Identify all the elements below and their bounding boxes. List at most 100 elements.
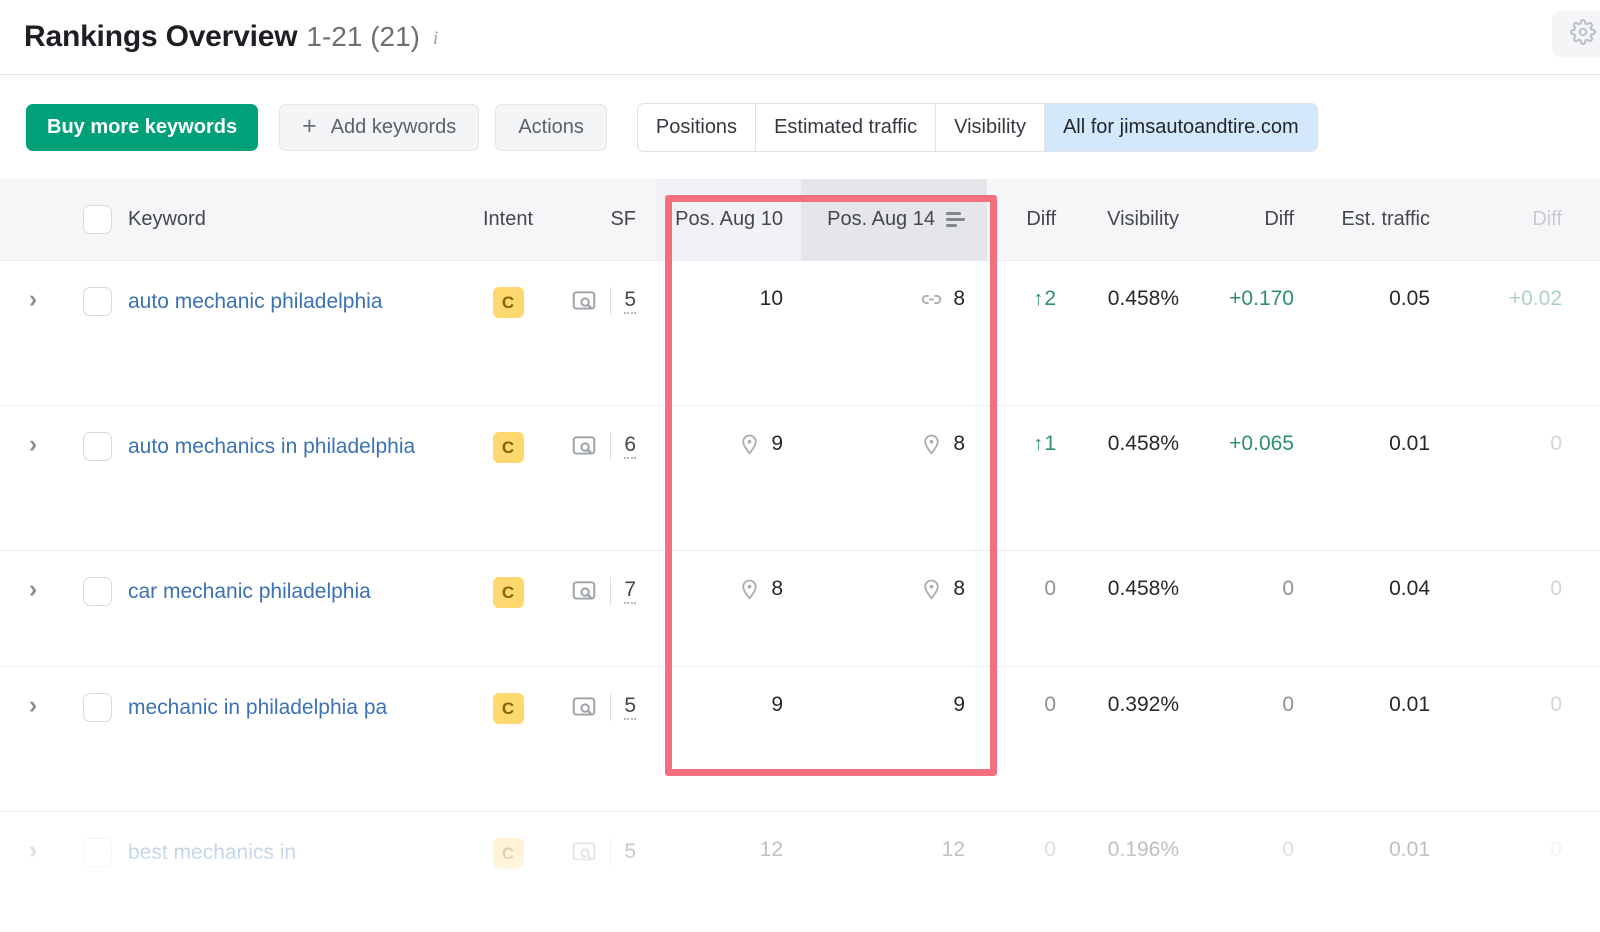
tab-all-for-domain[interactable]: All for jimsautoandtire.com [1045, 104, 1317, 151]
row-intent[interactable]: C [472, 261, 544, 405]
keyword-link[interactable]: mechanic in philadelphia pa [128, 693, 387, 723]
row-expand-toggle[interactable]: › [0, 261, 66, 405]
diff-traffic-value: 0 [1550, 838, 1562, 862]
row-keyword[interactable]: auto mechanics in philadelphia [128, 406, 472, 550]
row-pos-aug-10[interactable]: 9 [656, 667, 801, 811]
pos-aug-14-value: 9 [953, 693, 965, 717]
sf-value[interactable]: 5 [624, 695, 636, 720]
row-diff-traffic: 0 [1444, 667, 1584, 811]
row-pos-aug-14[interactable]: 9 [801, 667, 987, 811]
serp-feature-icon [571, 694, 597, 720]
diff-position-value: 0 [1044, 838, 1056, 862]
table-row[interactable]: › best mechanics in C 5 12 12 0 0.196% 0… [0, 812, 1600, 932]
th-diff-traffic[interactable]: Diff [1444, 208, 1584, 231]
link-icon [920, 288, 943, 311]
map-pin-icon [738, 433, 761, 456]
th-pos-aug-10[interactable]: Pos. Aug 10 [656, 179, 801, 261]
table-row[interactable]: › car mechanic philadelphia C 7 8 [0, 551, 1600, 667]
info-icon[interactable]: i [433, 28, 438, 50]
th-est-traffic[interactable]: Est. traffic [1309, 208, 1444, 231]
th-diff-position[interactable]: Diff [987, 208, 1073, 231]
row-expand-toggle[interactable]: › [0, 667, 66, 811]
diff-position-value: 1 [1044, 432, 1056, 455]
tab-estimated-traffic[interactable]: Estimated traffic [756, 104, 936, 151]
sf-value[interactable]: 5 [624, 289, 636, 314]
row-diff-visibility: 0 [1191, 667, 1309, 811]
row-diff-visibility: 0 [1191, 812, 1309, 931]
sf-value[interactable]: 6 [624, 434, 636, 459]
th-pos-aug-14[interactable]: Pos. Aug 14 [801, 179, 987, 261]
row-keyword[interactable]: mechanic in philadelphia pa [128, 667, 472, 811]
row-intent[interactable]: C [472, 667, 544, 811]
toolbar: Buy more keywords + Add keywords Actions… [0, 75, 1600, 179]
row-pos-aug-10[interactable]: 10 [656, 261, 801, 405]
select-all-checkbox[interactable] [66, 205, 128, 234]
row-sf[interactable]: 7 [544, 551, 656, 666]
arrow-up-icon: ↑ [1033, 433, 1043, 455]
row-pos-aug-10[interactable]: 8 [656, 551, 801, 666]
view-tabs: Positions Estimated traffic Visibility A… [637, 103, 1318, 152]
table-row[interactable]: › mechanic in philadelphia pa C 5 9 9 0 … [0, 667, 1600, 812]
sf-value[interactable]: 7 [624, 579, 636, 604]
settings-button[interactable] [1552, 11, 1600, 57]
th-diff-visibility[interactable]: Diff [1191, 208, 1309, 231]
row-pos-aug-14[interactable]: 8 [801, 406, 987, 550]
sf-value[interactable]: 5 [624, 841, 636, 864]
row-pos-aug-14[interactable]: 8 [801, 551, 987, 666]
row-checkbox[interactable] [66, 667, 128, 811]
row-sf[interactable]: 6 [544, 406, 656, 550]
tab-visibility[interactable]: Visibility [936, 104, 1045, 151]
row-pos-aug-10[interactable]: 12 [656, 812, 801, 931]
map-pin-icon [738, 578, 761, 601]
row-sf[interactable]: 5 [544, 261, 656, 405]
row-pos-aug-14[interactable]: 8 [801, 261, 987, 405]
result-count: 1-21 (21) [306, 21, 420, 53]
row-sf[interactable]: 5 [544, 667, 656, 811]
keyword-link[interactable]: auto mechanic philadelphia [128, 287, 383, 317]
th-keyword[interactable]: Keyword [128, 208, 472, 231]
row-pos-aug-14[interactable]: 12 [801, 812, 987, 931]
row-sf[interactable]: 5 [544, 812, 656, 931]
row-pos-aug-10[interactable]: 9 [656, 406, 801, 550]
serp-feature-icon [571, 578, 597, 604]
row-keyword[interactable]: car mechanic philadelphia [128, 551, 472, 666]
table-row[interactable]: › auto mechanics in philadelphia C 6 9 [0, 406, 1600, 551]
keyword-link[interactable]: best mechanics in [128, 838, 296, 868]
add-keywords-button[interactable]: + Add keywords [279, 104, 479, 151]
row-expand-toggle[interactable]: › [0, 551, 66, 666]
keyword-link[interactable]: auto mechanics in philadelphia [128, 432, 415, 462]
row-checkbox[interactable] [66, 551, 128, 666]
th-intent[interactable]: Intent [472, 208, 544, 231]
chevron-right-icon: › [29, 838, 37, 863]
actions-button[interactable]: Actions [495, 104, 607, 151]
row-diff-position: 0 [987, 812, 1073, 931]
add-keywords-label: Add keywords [331, 116, 457, 139]
page-header: Rankings Overview 1-21 (21) i [0, 0, 1600, 75]
row-intent[interactable]: C [472, 406, 544, 550]
row-visibility: 0.458% [1073, 261, 1191, 405]
row-intent[interactable]: C [472, 551, 544, 666]
visibility-value: 0.458% [1108, 577, 1179, 601]
diff-visibility-value: 0 [1282, 577, 1294, 601]
keyword-link[interactable]: car mechanic philadelphia [128, 577, 371, 607]
row-diff-position: ↑1 [987, 406, 1073, 550]
row-checkbox[interactable] [66, 812, 128, 931]
row-checkbox[interactable] [66, 261, 128, 405]
row-est-traffic: 0.04 [1309, 551, 1444, 666]
row-keyword[interactable]: best mechanics in [128, 812, 472, 931]
checkbox-icon [83, 693, 112, 722]
est-traffic-value: 0.04 [1389, 577, 1430, 601]
row-intent[interactable]: C [472, 812, 544, 931]
tab-positions[interactable]: Positions [638, 104, 756, 151]
row-keyword[interactable]: auto mechanic philadelphia [128, 261, 472, 405]
table-row[interactable]: › auto mechanic philadelphia C 5 10 8 [0, 261, 1600, 406]
row-checkbox[interactable] [66, 406, 128, 550]
buy-more-keywords-button[interactable]: Buy more keywords [26, 104, 258, 151]
serp-feature-icon [571, 433, 597, 459]
row-expand-toggle[interactable]: › [0, 406, 66, 550]
diff-traffic-value: 0 [1550, 577, 1562, 601]
th-visibility[interactable]: Visibility [1073, 208, 1191, 231]
row-est-traffic: 0.01 [1309, 667, 1444, 811]
row-expand-toggle[interactable]: › [0, 812, 66, 931]
th-sf[interactable]: SF [544, 208, 656, 231]
